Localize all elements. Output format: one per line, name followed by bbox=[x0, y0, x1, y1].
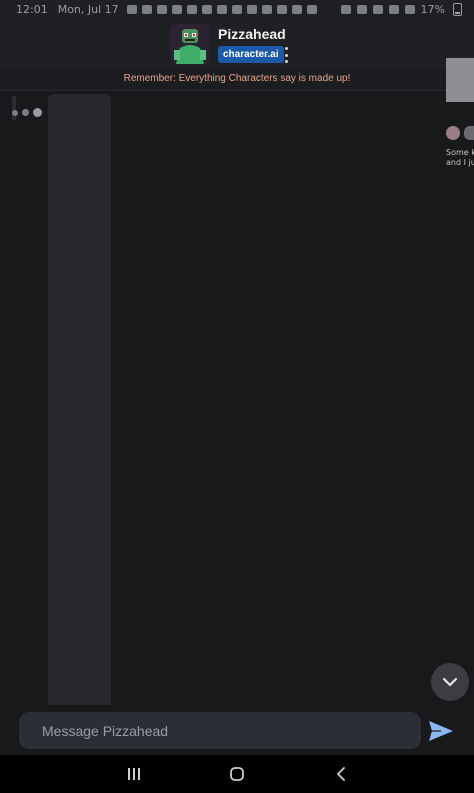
battery-icon bbox=[453, 2, 462, 16]
side-preview-avatar bbox=[464, 126, 474, 140]
notification-icon bbox=[126, 4, 137, 14]
disclaimer-bar: Remember: Everything Characters say is m… bbox=[0, 68, 474, 91]
system-status: 17% bbox=[340, 0, 462, 18]
notification-icon bbox=[276, 4, 287, 14]
alarm-icon bbox=[340, 4, 351, 14]
chat-header: Pizzahead character.ai bbox=[0, 18, 474, 68]
character-name[interactable]: Pizzahead bbox=[218, 26, 286, 42]
notification-icon bbox=[291, 4, 302, 14]
notification-icon bbox=[171, 4, 182, 14]
recents-icon bbox=[128, 768, 140, 780]
side-preview-avatar bbox=[446, 126, 460, 140]
back-button[interactable] bbox=[325, 755, 357, 793]
more-vertical-icon[interactable] bbox=[282, 47, 290, 63]
notification-icon bbox=[216, 4, 227, 14]
side-preview-image bbox=[446, 58, 474, 102]
chevron-down-icon bbox=[442, 677, 458, 687]
typing-dot bbox=[22, 109, 29, 116]
brand-badge: character.ai bbox=[218, 46, 284, 63]
side-preview-text: Some ki and I jus bbox=[446, 148, 474, 167]
notification-icon bbox=[306, 4, 317, 14]
status-date: Mon, Jul 17 bbox=[57, 2, 119, 16]
typing-dot bbox=[33, 108, 42, 117]
typing-dot bbox=[12, 109, 18, 116]
message-input[interactable] bbox=[19, 712, 421, 749]
notification-icon bbox=[141, 4, 152, 14]
notification-icon bbox=[261, 4, 272, 14]
scroll-to-bottom-button[interactable] bbox=[431, 663, 469, 701]
battery-percent: 17% bbox=[420, 2, 445, 16]
status-bar: 12:01 Mon, Jul 17 17% bbox=[0, 0, 474, 18]
data-icon bbox=[404, 4, 415, 14]
system-nav-bar bbox=[0, 755, 474, 793]
typing-indicator bbox=[12, 108, 42, 117]
disclaimer-text: Remember: Everything Characters say is m… bbox=[123, 73, 351, 84]
mute-icon bbox=[356, 4, 367, 14]
message-input-wrapper bbox=[19, 712, 421, 749]
signal-icon bbox=[372, 4, 383, 14]
notification-icons bbox=[126, 4, 317, 14]
wifi-icon bbox=[388, 4, 399, 14]
notification-icon bbox=[231, 4, 242, 14]
send-icon bbox=[429, 721, 453, 741]
character-avatar-icon[interactable] bbox=[170, 24, 210, 64]
notification-icon bbox=[156, 4, 167, 14]
status-time: 12:01 bbox=[16, 2, 48, 16]
message-bubble bbox=[48, 94, 111, 705]
back-icon bbox=[336, 767, 345, 781]
notification-icon bbox=[246, 4, 257, 14]
notification-icon bbox=[186, 4, 197, 14]
send-button[interactable] bbox=[426, 717, 456, 745]
notification-icon bbox=[201, 4, 212, 14]
home-icon bbox=[230, 767, 244, 781]
home-button[interactable] bbox=[221, 755, 253, 793]
recents-button[interactable] bbox=[118, 755, 150, 793]
